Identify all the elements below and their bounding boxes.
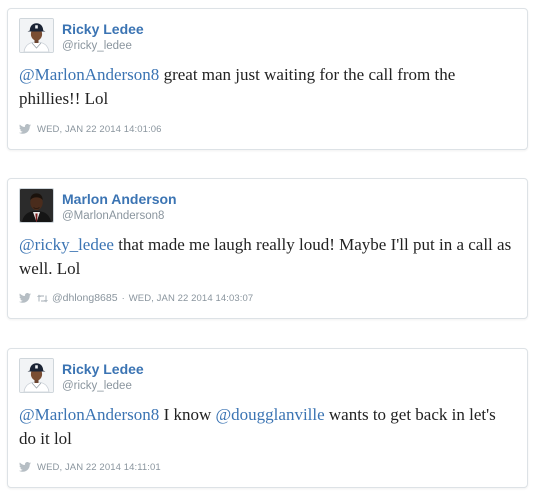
author-handle[interactable]: @ricky_ledee: [62, 38, 144, 54]
meta-separator: ·: [121, 292, 125, 304]
mention-link[interactable]: @MarlonAnderson8: [19, 65, 159, 84]
tweet-timestamp[interactable]: WED, JAN 22 2014 14:01:06: [37, 124, 162, 135]
twitter-bird-icon: [19, 462, 31, 472]
author-block: Marlon Anderson @MarlonAnderson8: [62, 191, 177, 224]
twitter-bird-icon: [19, 293, 31, 303]
author-name[interactable]: Ricky Ledee: [62, 361, 144, 377]
tweet-meta: @dhlong8685 · WED, JAN 22 2014 14:03:07: [19, 291, 253, 305]
tweet-card: Ricky Ledee @ricky_ledee @MarlonAnderson…: [7, 8, 528, 150]
author-name[interactable]: Ricky Ledee: [62, 21, 144, 37]
player-avatar-icon: [20, 359, 53, 392]
retweet-icon: [37, 294, 48, 303]
player-avatar-icon: [20, 19, 53, 52]
author-block: Ricky Ledee @ricky_ledee: [62, 361, 144, 394]
author-block: Ricky Ledee @ricky_ledee: [62, 21, 144, 54]
tweet-meta: WED, JAN 22 2014 14:11:01: [19, 460, 161, 474]
tweet-card: Marlon Anderson @MarlonAnderson8 @ricky_…: [7, 178, 528, 319]
mention-link[interactable]: @dougglanville: [216, 405, 325, 424]
tweet-text: @ricky_ledee that made me laugh really l…: [19, 233, 517, 281]
twitter-bird-icon: [19, 124, 31, 134]
avatar[interactable]: [19, 358, 54, 393]
tweet-text: @MarlonAnderson8 great man just waiting …: [19, 63, 517, 111]
avatar[interactable]: [19, 18, 54, 53]
tweet-card: Ricky Ledee @ricky_ledee @MarlonAnderson…: [7, 348, 528, 488]
author-handle[interactable]: @ricky_ledee: [62, 378, 144, 394]
retweeted-by[interactable]: @dhlong8685: [52, 292, 118, 304]
tweet-timestamp[interactable]: WED, JAN 22 2014 14:03:07: [129, 293, 254, 304]
tweet-meta: WED, JAN 22 2014 14:01:06: [19, 122, 162, 136]
mention-link[interactable]: @MarlonAnderson8: [19, 405, 159, 424]
author-handle[interactable]: @MarlonAnderson8: [62, 208, 177, 224]
tweet-text: @MarlonAnderson8 I know @dougglanville w…: [19, 403, 517, 451]
mention-link[interactable]: @ricky_ledee: [19, 235, 114, 254]
player-avatar-icon: [20, 189, 53, 222]
avatar[interactable]: [19, 188, 54, 223]
tweet-timestamp[interactable]: WED, JAN 22 2014 14:11:01: [37, 462, 161, 473]
tweet-body-text: I know: [159, 405, 216, 424]
author-name[interactable]: Marlon Anderson: [62, 191, 177, 207]
